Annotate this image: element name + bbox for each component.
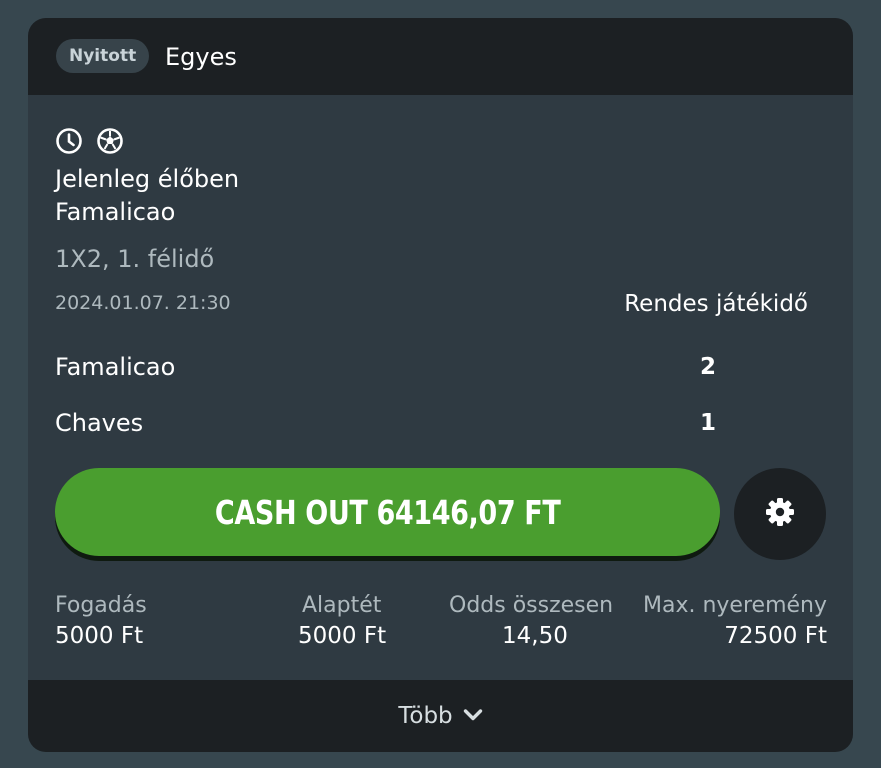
team-away-score: 1 [699,410,716,436]
event-name: Famalicao [55,198,176,226]
bet-card-header: Nyitott Egyes [28,18,853,95]
event-datetime: 2024.01.07. 21:30 [55,292,231,314]
clock-icon [55,127,83,155]
gear-icon [763,495,797,533]
team-away-name: Chaves [55,409,144,437]
total-odds-value: 14,50 [502,623,568,649]
market-name: 1X2, 1. félidő [55,245,215,273]
base-stake-label: Alaptét [302,593,382,618]
cash-out-button[interactable]: CASH OUT 64146,07 FT [55,468,720,556]
cash-out-label: CASH OUT 64146,07 FT [214,492,561,532]
soccer-ball-icon [96,127,124,155]
stake-value: 5000 Ft [55,623,144,649]
stake-label: Fogadás [55,593,147,618]
bet-card: Nyitott Egyes Jelenleg élőben Famalicao … [28,18,853,752]
status-badge: Nyitott [56,39,150,73]
team-home-score: 2 [699,354,716,380]
chevron-down-icon [453,707,483,726]
total-odds-label: Odds összesen [449,593,614,618]
team-home-name: Famalicao [55,353,176,381]
more-label: Több [398,703,453,729]
max-win-value: 72500 Ft [724,623,827,649]
base-stake-value: 5000 Ft [298,623,387,649]
cash-out-settings-button[interactable] [734,468,826,560]
live-status: Jelenleg élőben [55,165,240,193]
match-period: Rendes játékidő [624,291,808,317]
max-win-label: Max. nyeremény [643,593,827,618]
more-toggle[interactable]: Több [28,680,853,752]
bet-type-title: Egyes [165,43,237,71]
